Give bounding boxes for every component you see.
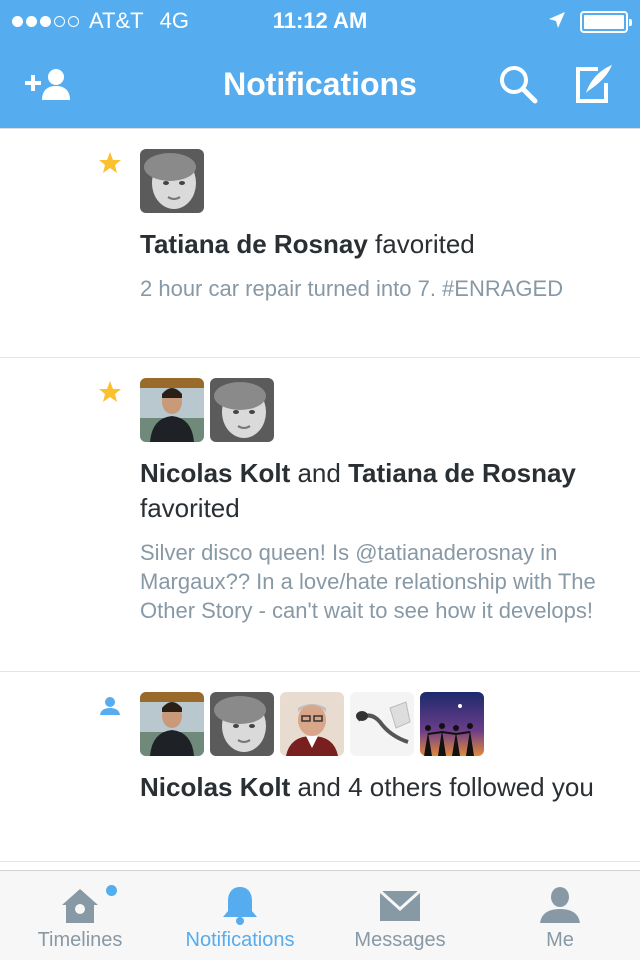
avatar[interactable] (210, 692, 274, 756)
tab-bar: Timelines Notifications Messages Me (0, 870, 640, 960)
battery-icon (580, 11, 632, 33)
tweet-text[interactable]: Silver disco queen! Is @tatianaderosnay … (140, 538, 616, 625)
location-arrow-icon (548, 9, 566, 35)
notification-text: Tatiana de Rosnay favorited (140, 229, 475, 259)
notifications-feed[interactable]: Tatiana de Rosnay favorited 2 hour car r… (0, 128, 640, 870)
avatar[interactable] (140, 378, 204, 442)
tab-label: Timelines (37, 929, 123, 951)
user-name[interactable]: Nicolas Kolt (140, 772, 290, 802)
envelope-icon (378, 883, 422, 927)
avatar[interactable] (210, 378, 274, 442)
avatar[interactable] (140, 692, 204, 756)
person-icon (96, 692, 124, 720)
avatar[interactable] (140, 149, 204, 213)
tab-timelines[interactable]: Timelines (0, 871, 160, 960)
tab-label: Me (546, 929, 574, 951)
person-icon (538, 883, 582, 927)
compose-icon (572, 63, 616, 110)
search-button[interactable] (490, 62, 546, 110)
bell-icon (218, 883, 262, 927)
home-icon (58, 883, 102, 927)
unread-dot (106, 885, 117, 896)
tab-label: Notifications (185, 929, 295, 951)
notification-text: Nicolas Kolt and 4 others followed you (140, 772, 594, 802)
notification-item[interactable]: Nicolas Kolt and 4 others followed you (0, 672, 640, 862)
tab-label: Messages (354, 929, 446, 951)
clock: 11:12 AM (272, 8, 368, 33)
user-name[interactable]: Tatiana de Rosnay (140, 229, 368, 259)
tab-notifications[interactable]: Notifications (160, 871, 320, 960)
star-icon (96, 378, 124, 406)
tab-messages[interactable]: Messages (320, 871, 480, 960)
star-icon (96, 149, 124, 177)
avatar[interactable] (350, 692, 414, 756)
search-icon (497, 63, 539, 110)
top-bar: AT&T 4G 11:12 AM Notifications (0, 0, 640, 128)
notification-item[interactable]: Tatiana de Rosnay favorited 2 hour car r… (0, 129, 640, 358)
user-name[interactable]: Nicolas Kolt (140, 458, 290, 488)
notification-item[interactable]: Nicolas Kolt and Tatiana de Rosnay favor… (0, 358, 640, 672)
tab-me[interactable]: Me (480, 871, 640, 960)
avatar[interactable] (420, 692, 484, 756)
compose-button[interactable] (566, 62, 622, 110)
user-name[interactable]: Tatiana de Rosnay (348, 458, 576, 488)
status-bar: AT&T 4G 11:12 AM (0, 0, 640, 40)
tweet-text[interactable]: 2 hour car repair turned into 7. #ENRAGE… (140, 274, 616, 303)
avatar[interactable] (280, 692, 344, 756)
notification-text: Nicolas Kolt and Tatiana de Rosnay favor… (140, 458, 576, 523)
